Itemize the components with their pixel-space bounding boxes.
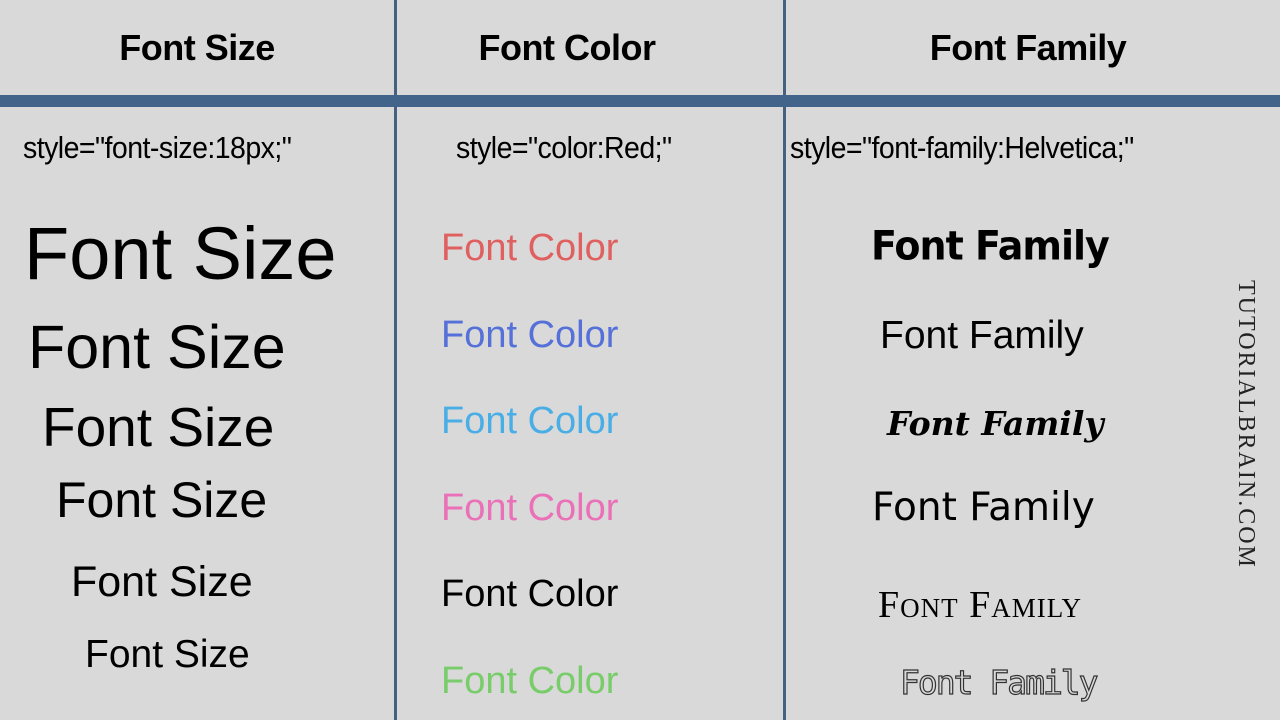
font-family-sample-smallcaps: Font Family: [878, 584, 1083, 626]
header-font-color: Font Color: [478, 27, 656, 68]
font-size-sample-4: Font Size: [56, 472, 268, 528]
code-font-family: style="font-family:Helvetica;": [790, 130, 1134, 165]
code-font-size: style="font-size:18px;": [23, 130, 292, 165]
font-color-sample-lightblue: Font Color: [441, 400, 619, 442]
font-color-sample-pink: Font Color: [441, 487, 619, 529]
font-size-sample-5: Font Size: [71, 558, 253, 606]
font-size-sample-3: Font Size: [42, 396, 275, 458]
font-size-sample-2: Font Size: [28, 313, 286, 381]
header-divider: [0, 95, 1280, 107]
font-size-sample-1: Font Size: [24, 212, 337, 295]
font-size-sample-6: Font Size: [85, 633, 250, 676]
font-family-sample-geometric: Font Family: [872, 485, 1095, 530]
column-divider-2: [783, 0, 786, 720]
font-family-sample-sans: Font Family: [880, 314, 1084, 357]
font-family-sample-heavy: Font Family: [871, 222, 1110, 270]
watermark-logo: TUTORIALBRAIN.COM: [1233, 280, 1259, 569]
code-font-color: style="color:Red;": [456, 130, 672, 165]
header-font-size: Font Size: [119, 27, 275, 68]
font-color-sample-red: Font Color: [441, 227, 619, 269]
font-color-sample-blue: Font Color: [441, 314, 619, 356]
font-color-sample-black: Font Color: [441, 573, 619, 615]
font-family-sample-blackletter: Font Family: [887, 404, 1104, 443]
header-font-family: Font Family: [929, 27, 1127, 68]
font-family-sample-outline: Font Family: [899, 662, 1099, 702]
column-divider-1: [394, 0, 397, 720]
font-color-sample-green: Font Color: [441, 660, 619, 702]
